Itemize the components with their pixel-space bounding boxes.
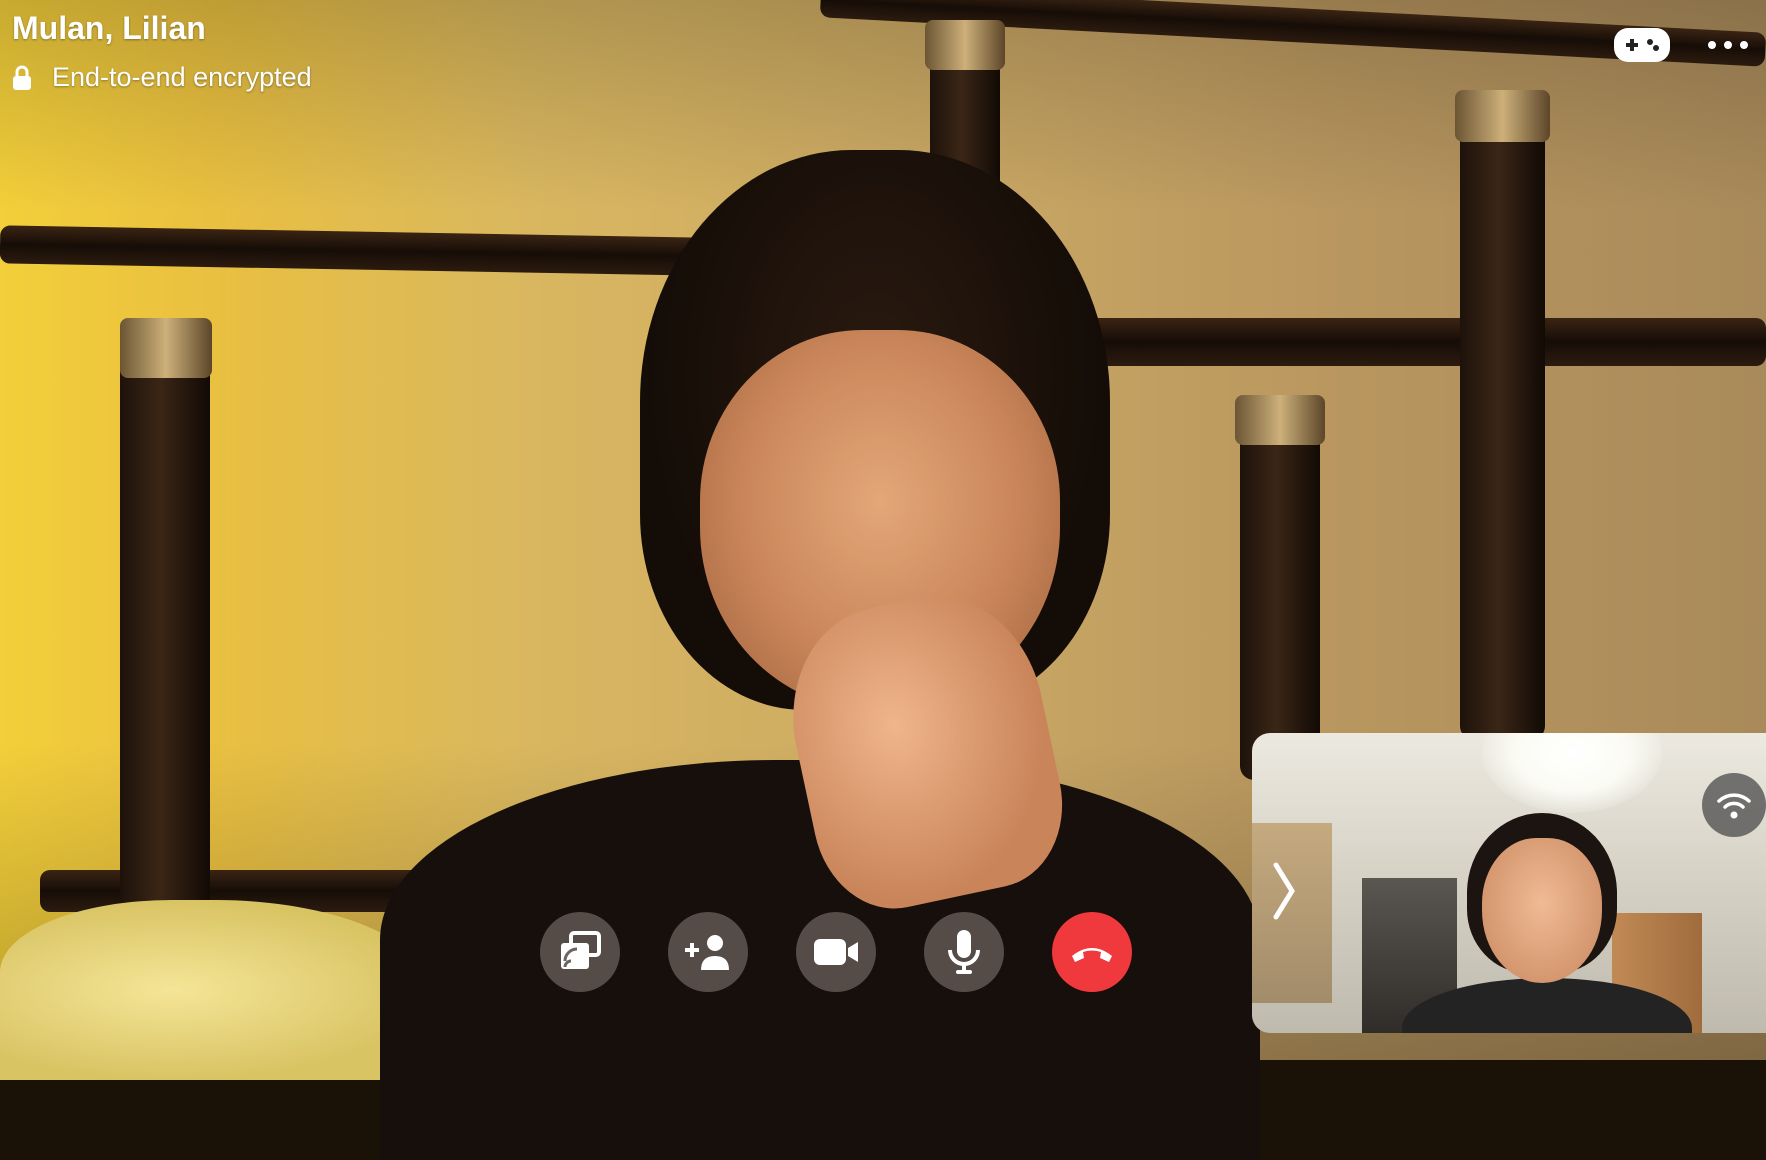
hang-up-icon xyxy=(1072,948,1112,962)
self-view[interactable] xyxy=(1252,733,1766,1033)
headboard-cap-left xyxy=(120,318,212,378)
headboard-cap-far-right xyxy=(1455,90,1550,142)
add-person-button[interactable] xyxy=(668,912,748,992)
headboard-cap-right xyxy=(1235,395,1325,445)
headboard-cap-center xyxy=(925,20,1005,70)
video-camera-icon xyxy=(814,939,858,965)
connection-button[interactable] xyxy=(1702,773,1766,837)
microphone-icon xyxy=(948,930,980,974)
more-options-button[interactable] xyxy=(1708,28,1748,62)
pillow xyxy=(0,900,430,1080)
headboard-post-right xyxy=(1240,400,1320,780)
microphone-button[interactable] xyxy=(924,912,1004,992)
top-actions xyxy=(1614,28,1748,62)
headboard-post-left xyxy=(120,320,210,910)
wifi-icon xyxy=(1717,793,1751,819)
add-person-icon xyxy=(685,935,729,970)
end-call-button[interactable] xyxy=(1052,912,1132,992)
gamepad-icon xyxy=(1626,39,1659,51)
headboard-post-far-right xyxy=(1460,100,1545,740)
headboard-rail-top xyxy=(0,225,761,277)
screen-share-icon xyxy=(561,931,601,969)
encryption-label: End-to-end encrypted xyxy=(52,62,312,92)
lock-icon xyxy=(13,65,31,90)
encryption-status: End-to-end encrypted xyxy=(12,62,312,93)
screen-share-button[interactable] xyxy=(540,912,620,992)
headboard-rail-middle xyxy=(1060,318,1766,366)
call-controls xyxy=(540,912,1132,992)
gamepad-button[interactable] xyxy=(1614,28,1670,62)
camera-button[interactable] xyxy=(796,912,876,992)
more-options-icon xyxy=(1708,41,1716,49)
self-face xyxy=(1482,838,1602,983)
caller-name: Mulan, Lilian xyxy=(12,10,206,46)
ceiling-light xyxy=(1482,733,1662,813)
chevron-right-icon[interactable] xyxy=(1272,861,1298,921)
